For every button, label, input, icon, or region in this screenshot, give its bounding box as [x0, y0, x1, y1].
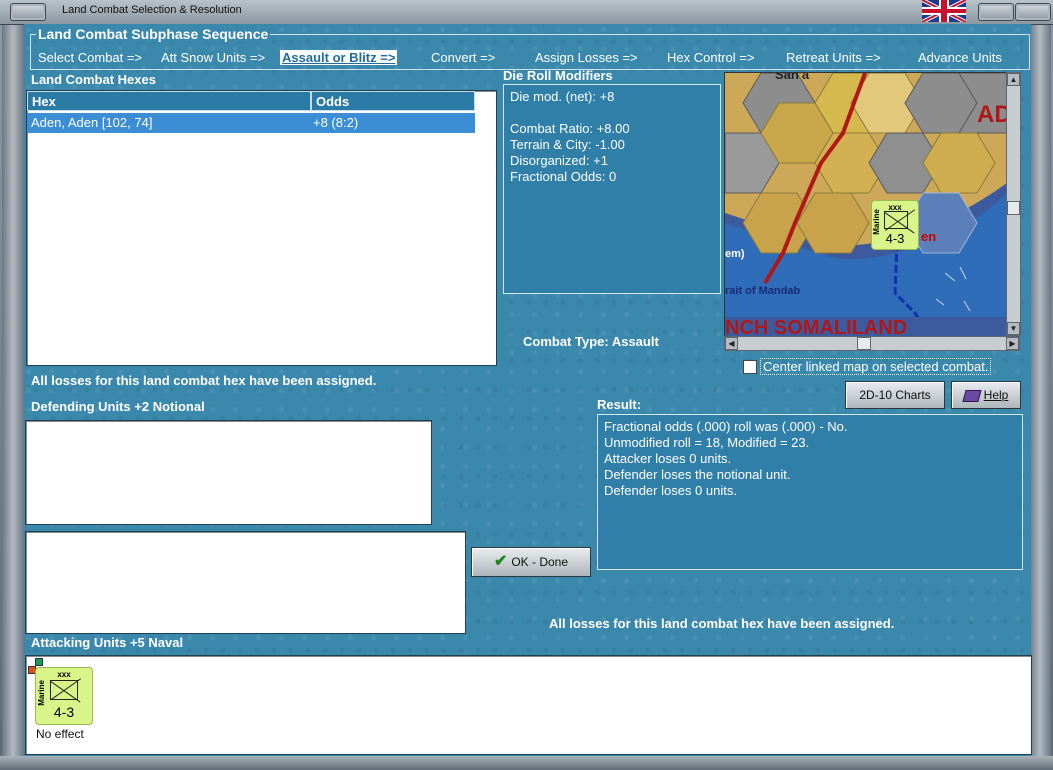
seq-step-retreat-units: Retreat Units =>: [786, 50, 881, 65]
system-menu-button[interactable]: [10, 3, 46, 21]
unit-effect-label: No effect: [36, 727, 84, 741]
result-line: Unmodified roll = 18, Modified = 23.: [604, 435, 810, 450]
seq-step-assault-or-blitz: Assault or Blitz =>: [280, 50, 398, 65]
result-line: Attacker loses 0 units.: [604, 451, 732, 466]
result-line: Defender loses the notional unit.: [604, 467, 791, 482]
defending-units-heading: Defending Units +2 Notional: [31, 399, 205, 414]
seq-step-hex-control: Hex Control =>: [667, 50, 755, 65]
die-roll-modifiers-panel: Die mod. (net): +8 Combat Ratio: +8.00 T…: [503, 84, 721, 294]
column-header-hex[interactable]: Hex: [27, 91, 311, 111]
window-title: Land Combat Selection & Resolution: [62, 4, 242, 16]
defending-notional-list[interactable]: [25, 531, 466, 634]
seq-step-att-snow-units: Att Snow Units =>: [161, 50, 266, 65]
map-horizontal-scrollbar[interactable]: ◀ ▶: [724, 336, 1020, 351]
left-frame-rail: [2, 24, 24, 756]
horizontal-scroll-thumb[interactable]: [857, 337, 871, 350]
seq-step-advance-units: Advance Units: [918, 50, 1002, 65]
cell-hex: Aden, Aden [102, 74]: [31, 115, 153, 130]
die-mod-net: Die mod. (net): +8: [510, 89, 615, 104]
map-label-aden-country: AD: [977, 101, 1007, 128]
modifier-disorganized: Disorganized: +1: [510, 153, 608, 168]
book-icon: [962, 389, 982, 402]
map-terrain: [725, 73, 1007, 337]
map-marine-counter[interactable]: xxx Marine 4-3: [871, 200, 919, 250]
scroll-up-icon[interactable]: ▲: [1007, 73, 1020, 86]
combat-hexes-grid[interactable]: Hex Odds Aden, Aden [102, 74] +8 (8:2): [26, 90, 497, 366]
result-heading: Result:: [597, 397, 642, 412]
status-dot-icon: [35, 658, 43, 666]
nation-flag-icon: [922, 0, 966, 22]
help-button-label: Help: [983, 388, 1009, 402]
title-bar[interactable]: Land Combat Selection & Resolution: [0, 0, 1053, 25]
vertical-scroll-thumb[interactable]: [1007, 201, 1020, 215]
map-label-sana: San'a: [775, 72, 810, 82]
map-vertical-scrollbar[interactable]: ▲ ▼: [1006, 72, 1021, 336]
seq-step-convert: Convert =>: [431, 50, 496, 65]
cell-odds: +8 (8:2): [313, 115, 359, 130]
map-label-yemen: em): [725, 248, 745, 260]
scroll-down-icon[interactable]: ▼: [1007, 322, 1020, 335]
result-panel: Fractional odds (.000) roll was (.000) -…: [597, 414, 1023, 570]
ok-done-button[interactable]: ✔ OK - Done: [471, 547, 591, 577]
modifier-terrain-city: Terrain & City: -1.00: [510, 137, 625, 152]
minimize-button[interactable]: [978, 3, 1014, 21]
result-line: Fractional odds (.000) roll was (.000) -…: [604, 419, 848, 434]
scroll-right-icon[interactable]: ▶: [1006, 337, 1019, 350]
map-label-somaliland: NCH SOMALILAND: [725, 317, 908, 338]
table-row[interactable]: Aden, Aden [102, 74] +8 (8:2): [27, 113, 475, 133]
seq-step-assign-losses: Assign Losses =>: [535, 50, 638, 65]
center-map-label[interactable]: Center linked map on selected combat.: [760, 358, 992, 375]
unit-type-icon: [884, 211, 908, 229]
help-button[interactable]: Help: [951, 381, 1021, 409]
combat-type-label: Combat Type: Assault: [523, 334, 659, 349]
subphase-sequence-title: Land Combat Subphase Sequence: [36, 26, 271, 42]
unit-factors: 4-3: [53, 704, 75, 720]
attacking-units-heading: Attacking Units +5 Naval: [31, 635, 184, 650]
map-label-strait: rait of Mandab: [725, 285, 801, 297]
unit-size: xxx: [57, 670, 71, 679]
modifier-combat-ratio: Combat Ratio: +8.00: [510, 121, 630, 136]
charts-button[interactable]: 2D-10 Charts: [845, 381, 945, 409]
linked-map[interactable]: San'a AD en em) rait of Mandab NCH SOMAL…: [724, 72, 1008, 338]
scroll-left-icon[interactable]: ◀: [725, 337, 738, 350]
defending-units-list[interactable]: [25, 420, 432, 525]
column-header-odds[interactable]: Odds: [311, 91, 475, 111]
attacking-units-list[interactable]: xxx Marine 4-3 No effect: [25, 655, 1032, 755]
combat-hexes-heading: Land Combat Hexes: [31, 72, 156, 87]
hex-status-text: All losses for this land combat hex have…: [31, 373, 377, 388]
result-status-text: All losses for this land combat hex have…: [549, 616, 895, 631]
unit-factors: 4-3: [885, 231, 905, 246]
close-button[interactable]: [1015, 3, 1051, 21]
map-label-aden-city: en: [921, 229, 937, 244]
checkmark-icon: ✔: [493, 553, 508, 570]
result-line: Defender loses 0 units.: [604, 483, 737, 498]
unit-type: Marine: [37, 680, 46, 706]
attacking-marine-counter[interactable]: xxx Marine 4-3: [35, 667, 93, 725]
die-roll-heading: Die Roll Modifiers: [503, 68, 613, 83]
right-frame-rail: [1029, 24, 1051, 756]
center-map-checkbox[interactable]: [743, 360, 757, 374]
modifier-fractional-odds: Fractional Odds: 0: [510, 169, 617, 184]
bottom-frame-rail: [0, 756, 1053, 770]
seq-step-select-combat: Select Combat =>: [38, 50, 143, 65]
ok-done-label: OK - Done: [511, 555, 569, 569]
unit-type-icon: [50, 680, 78, 700]
